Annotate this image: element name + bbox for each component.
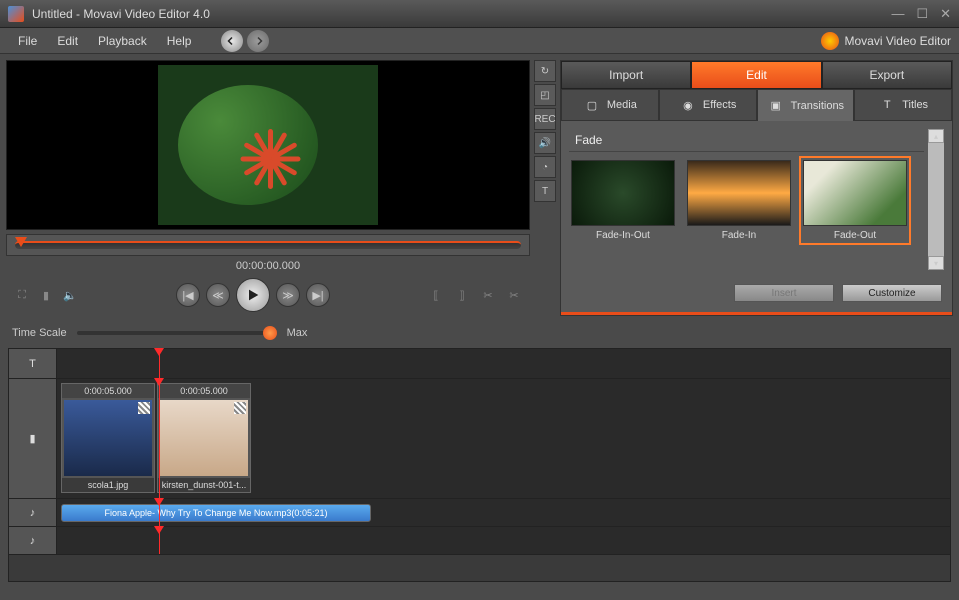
playhead[interactable]	[159, 349, 160, 378]
timescale-row: Time Scale Max	[0, 322, 959, 344]
timescale-max: Max	[287, 327, 308, 339]
track-head-titles[interactable]: T	[9, 349, 57, 378]
titlebar: Untitled - Movavi Video Editor 4.0 — ☐ ✕	[0, 0, 959, 28]
clip-thumb	[64, 400, 152, 476]
undo-button[interactable]	[221, 30, 243, 52]
transition-item[interactable]: Fade-In	[685, 158, 793, 243]
go-end-button[interactable]: ▶|	[306, 283, 330, 307]
tab-edit[interactable]: Edit	[691, 61, 821, 89]
close-button[interactable]: ✕	[940, 6, 951, 22]
record-tool[interactable]: REC	[534, 108, 556, 130]
menu-file[interactable]: File	[8, 30, 47, 52]
scroll-down-button[interactable]: ▾	[928, 256, 944, 270]
mark-in-button[interactable]: ⟦	[426, 285, 446, 305]
preview-video[interactable]	[6, 60, 530, 230]
menubar: File Edit Playback Help Movavi Video Edi…	[0, 28, 959, 54]
effects-icon: ◉	[679, 96, 697, 114]
clip-thumb	[160, 400, 248, 476]
transition-item[interactable]: Fade-Out	[801, 158, 909, 243]
app-icon	[8, 6, 24, 22]
timescale-label: Time Scale	[12, 327, 67, 339]
timeline: T ▮ 0:00:05.000 scola1.jpg 0:00:05.000 k…	[8, 348, 951, 582]
media-icon: ▢	[583, 96, 601, 114]
menu-help[interactable]: Help	[157, 30, 202, 52]
split-button[interactable]: ✂	[504, 285, 524, 305]
volume-tool[interactable]: 🔊	[534, 132, 556, 154]
play-button[interactable]	[236, 278, 270, 312]
preview-frame	[158, 65, 378, 225]
transition-thumb	[571, 160, 675, 226]
track-head-audio-1[interactable]: ♪	[9, 499, 57, 526]
video-clip[interactable]: 0:00:05.000 scola1.jpg	[61, 383, 155, 493]
brand-label: Movavi Video Editor	[821, 32, 952, 50]
subtab-titles[interactable]: TTitles	[854, 89, 952, 121]
scroll-up-button[interactable]: ▴	[928, 129, 944, 143]
clip-marker-icon	[234, 402, 246, 414]
transitions-category: Fade	[569, 129, 924, 152]
side-toolbar: ↻ ◰ REC 🔊 ◔ T	[534, 60, 556, 316]
timer-tool[interactable]: ◔	[534, 156, 556, 178]
track-audio-1[interactable]: Fiona Apple- Why Try To Change Me Now.mp…	[57, 499, 950, 526]
insert-button[interactable]: Insert	[734, 284, 834, 302]
track-head-video[interactable]: ▮	[9, 379, 57, 498]
mark-out-button[interactable]: ⟧	[452, 285, 472, 305]
fit-button[interactable]: ⛶	[12, 285, 32, 305]
subtab-transitions[interactable]: ▣Transitions	[757, 89, 855, 121]
cut-button[interactable]: ✂	[478, 285, 498, 305]
seek-handle[interactable]	[15, 237, 27, 251]
audio-clip[interactable]: Fiona Apple- Why Try To Change Me Now.mp…	[61, 504, 371, 522]
transition-thumb	[803, 160, 907, 226]
fastforward-button[interactable]: ≫	[276, 283, 300, 307]
customize-button[interactable]: Customize	[842, 284, 942, 302]
track-titles[interactable]	[57, 349, 950, 378]
minimize-button[interactable]: —	[891, 6, 904, 22]
subtab-media[interactable]: ▢Media	[561, 89, 659, 121]
maximize-button[interactable]: ☐	[916, 6, 928, 22]
edit-panel: Import Edit Export ▢Media ◉Effects ▣Tran…	[560, 60, 953, 316]
timescale-slider[interactable]	[77, 331, 277, 335]
tab-import[interactable]: Import	[561, 61, 691, 89]
menu-edit[interactable]: Edit	[47, 30, 88, 52]
transition-thumb	[687, 160, 791, 226]
menu-playback[interactable]: Playback	[88, 30, 157, 52]
mute-button[interactable]: 🔈	[60, 285, 80, 305]
track-video[interactable]: 0:00:05.000 scola1.jpg 0:00:05.000 kirst…	[57, 379, 950, 498]
rotate-tool[interactable]: ↻	[534, 60, 556, 82]
track-audio-2[interactable]	[57, 527, 950, 554]
preview-timecode: 00:00:00.000	[6, 260, 530, 272]
preview-panel: 00:00:00.000 ⛶ ▮ 🔈 |◀ ≪ ≫ ▶| ⟦ ⟧ ✂ ✂	[6, 60, 530, 316]
video-clip[interactable]: 0:00:05.000 kirsten_dunst-001-t...	[157, 383, 251, 493]
rewind-button[interactable]: ≪	[206, 283, 230, 307]
transitions-scrollbar[interactable]: ▴ ▾	[928, 129, 944, 270]
filmstrip-button[interactable]: ▮	[36, 285, 56, 305]
crop-tool[interactable]: ◰	[534, 84, 556, 106]
redo-button[interactable]	[247, 30, 269, 52]
titles-icon: T	[878, 96, 896, 114]
subtab-effects[interactable]: ◉Effects	[659, 89, 757, 121]
brand-icon	[821, 32, 839, 50]
seek-bar[interactable]	[6, 234, 530, 256]
go-start-button[interactable]: |◀	[176, 283, 200, 307]
track-head-audio-2[interactable]: ♪	[9, 527, 57, 554]
tab-export[interactable]: Export	[822, 61, 952, 89]
timescale-knob[interactable]	[263, 326, 277, 340]
transition-item[interactable]: Fade-In-Out	[569, 158, 677, 243]
text-tool[interactable]: T	[534, 180, 556, 202]
transitions-icon: ▣	[767, 97, 785, 115]
clip-marker-icon	[138, 402, 150, 414]
window-title: Untitled - Movavi Video Editor 4.0	[32, 7, 891, 21]
